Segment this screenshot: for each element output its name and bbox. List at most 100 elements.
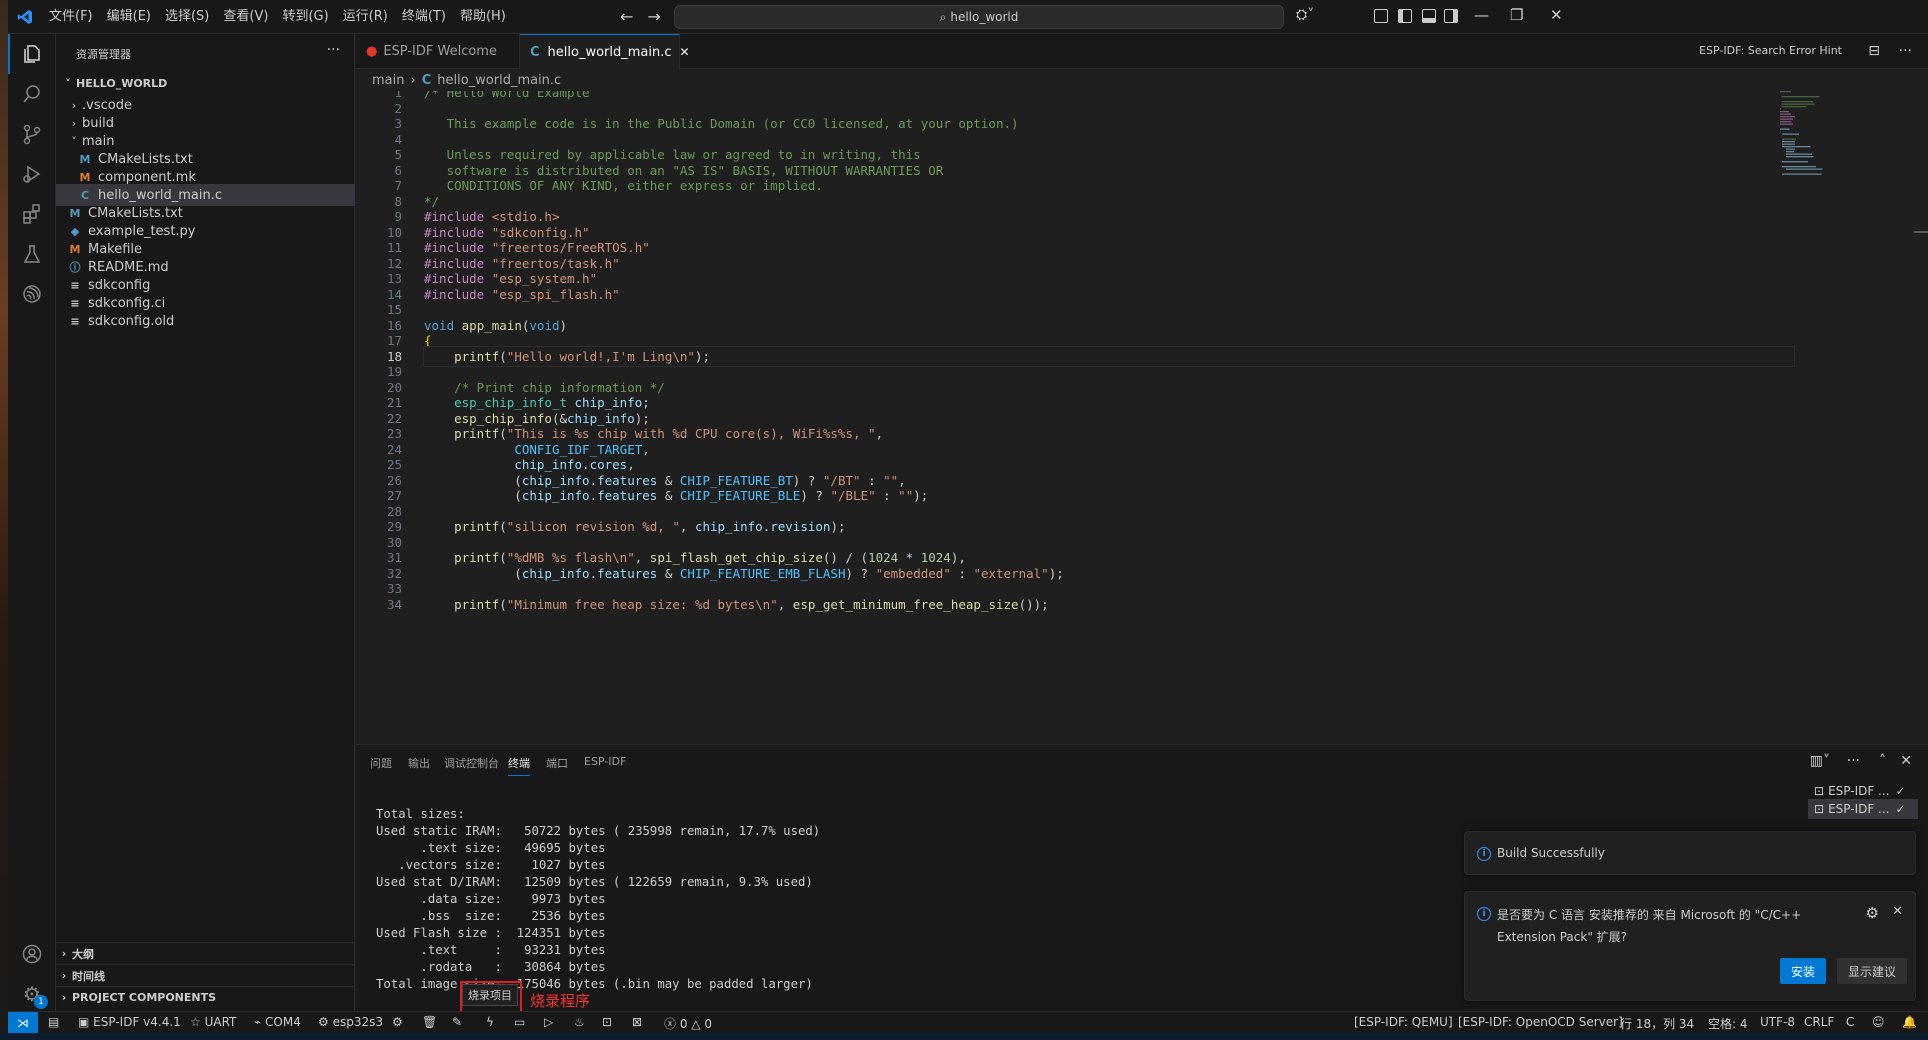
uart-button[interactable]: ☆ UART	[190, 1015, 236, 1029]
code-line: CONDITIONS OF ANY KIND, either express o…	[424, 178, 823, 193]
panel-tab[interactable]: 调试控制台	[444, 755, 499, 771]
forward-arrow-icon[interactable]: →	[647, 7, 660, 26]
more-actions-icon[interactable]: ···	[327, 42, 340, 58]
menu-item[interactable]: 选择(S)	[158, 0, 216, 34]
outline-section[interactable]: › 大纲	[56, 942, 355, 964]
menu-item[interactable]: 转到(G)	[275, 0, 335, 34]
code-editor[interactable]: 1 2 3 4 5 6 7 8 9 10 11 12 13 14 15 16 17 18 19 20 21 22 23 24 2…	[356, 91, 1928, 744]
panel-tab[interactable]: 输出	[408, 755, 430, 771]
encoding[interactable]: UTF-8	[1760, 1015, 1795, 1029]
info-file-icon: ⓘ	[69, 261, 81, 274]
accounts-icon[interactable]	[8, 934, 56, 974]
restore-icon[interactable]: ❐	[1510, 6, 1523, 24]
panel-tab[interactable]: 终端	[508, 755, 530, 776]
esp-idf-explorer-icon[interactable]: ▤	[48, 1015, 59, 1029]
panel-tab[interactable]: 问题	[370, 755, 392, 771]
panel-tab[interactable]: 端口	[546, 755, 568, 771]
port-button[interactable]: ⌁ COM4	[254, 1015, 301, 1029]
tree-item-label: component.mk	[98, 169, 196, 185]
maximize-panel-icon[interactable]: ˄	[1879, 753, 1886, 769]
copilot-status-icon[interactable]: ☺	[1872, 1015, 1885, 1029]
customize-layout-icon[interactable]	[1374, 9, 1388, 23]
run-debug-icon[interactable]	[8, 154, 56, 194]
debug-icon[interactable]: ▷	[544, 1015, 553, 1029]
panel-tab[interactable]: ESP-IDF	[584, 755, 626, 768]
show-recommendations-button[interactable]: 显示建议	[1837, 958, 1907, 984]
minimap-line	[1786, 151, 1794, 153]
menu-item[interactable]: 终端(T)	[395, 0, 453, 34]
tree-file[interactable]: ≡ sdkconfig.old	[56, 310, 355, 332]
minimize-icon[interactable]: —	[1474, 6, 1489, 24]
terminal-instance-2[interactable]: ⊡ ESP-IDF ... ✓	[1808, 799, 1918, 819]
indentation[interactable]: 空格: 4	[1708, 1015, 1748, 1032]
toggle-panel-icon[interactable]	[1422, 9, 1436, 23]
qemu-button[interactable]: [ESP-IDF: QEMU]	[1354, 1015, 1453, 1029]
notifications-bell-icon[interactable]: 🔔	[1902, 1015, 1917, 1029]
menu-item[interactable]: 文件(F)	[42, 0, 100, 34]
terminal-line: .text size: 49695 bytes	[376, 841, 606, 855]
terminal-icon[interactable]: ⊡	[602, 1015, 612, 1029]
remote-icon[interactable]: ⋊	[8, 1012, 38, 1034]
full-clean-icon[interactable]: 🗑	[422, 1015, 437, 1029]
flash-icon[interactable]: ϟ	[486, 1015, 494, 1029]
esp-idf-icon[interactable]	[8, 274, 56, 314]
minimap[interactable]	[1780, 91, 1842, 181]
close-panel-icon[interactable]: ✕	[1900, 753, 1912, 769]
target-button[interactable]: ⚙ esp32s3	[318, 1015, 383, 1029]
terminal-output[interactable]: Total sizes: Used static IRAM: 50722 byte…	[376, 806, 820, 993]
toggle-primary-sidebar-icon[interactable]	[1398, 9, 1412, 23]
install-button[interactable]: 安装	[1780, 958, 1826, 984]
custom-task-icon[interactable]: ⊠	[632, 1015, 642, 1029]
close-tab-icon[interactable]: ✕	[680, 45, 690, 59]
tab-esp-idf-welcome[interactable]: ● ESP-IDF Welcome	[356, 34, 520, 69]
breadcrumb-folder[interactable]: main	[372, 73, 404, 88]
scrollbar-marker[interactable]	[1914, 231, 1928, 233]
command-center-search[interactable]: ⌕ hello_world	[674, 5, 1284, 29]
search-error-hint-button[interactable]: ESP-IDF: Search Error Hint	[1699, 44, 1842, 57]
close-notification-icon[interactable]: ✕	[1892, 904, 1903, 919]
sidebar-title: 资源管理器	[76, 48, 131, 61]
source-control-icon[interactable]	[8, 114, 56, 154]
breadcrumb-file[interactable]: hello_world_main.c	[437, 73, 561, 88]
terminal-layout-icon[interactable]: ▥˅	[1810, 753, 1830, 769]
split-editor-icon[interactable]: ⊟	[1868, 43, 1880, 59]
minimap-line	[1782, 161, 1808, 163]
tab-hello-world-main[interactable]: C hello_world_main.c ✕	[520, 34, 690, 69]
back-arrow-icon[interactable]: ←	[620, 7, 633, 26]
language-mode[interactable]: C	[1846, 1015, 1854, 1029]
settings-gear-icon[interactable]: ⚙	[1866, 904, 1879, 922]
esp-idf-version[interactable]: ▣ ESP-IDF v4.4.1	[78, 1015, 181, 1029]
toggle-secondary-sidebar-icon[interactable]	[1444, 9, 1458, 23]
openocd-button[interactable]: [ESP-IDF: OpenOCD Server]	[1458, 1015, 1623, 1029]
terminal-instance-1[interactable]: ⊡ ESP-IDF ... ✓	[1808, 781, 1918, 801]
extensions-icon[interactable]	[8, 194, 56, 234]
more-actions-icon[interactable]: ···	[1899, 43, 1912, 59]
cursor-position[interactable]: 行 18，列 34	[1620, 1015, 1694, 1032]
sdk-config-icon[interactable]: ⚙	[392, 1015, 403, 1029]
copilot-icon[interactable]: ⛭˅	[1296, 7, 1314, 23]
minimap-line	[1780, 121, 1792, 123]
close-window-icon[interactable]: ✕	[1550, 6, 1563, 24]
terminal-line: Total sizes:	[376, 807, 465, 821]
menu-item[interactable]: 编辑(E)	[100, 0, 158, 34]
monitor-icon[interactable]: ▭	[514, 1015, 525, 1029]
menu-item[interactable]: 查看(V)	[216, 0, 275, 34]
timeline-section[interactable]: › 时间线	[56, 964, 355, 986]
manage-gear-icon[interactable]: ⚙ 1	[8, 974, 56, 1014]
project-components-section[interactable]: › PROJECT COMPONENTS	[56, 986, 355, 1008]
explorer-icon[interactable]	[8, 34, 56, 74]
tree-root-folder[interactable]: ˅ HELLO_WORLD	[56, 72, 355, 94]
menu-item[interactable]: 帮助(H)	[453, 0, 513, 34]
tree-item-label: CMakeLists.txt	[88, 205, 183, 221]
code-line: /* Hello World Example	[424, 91, 590, 100]
build-icon[interactable]: ✎	[452, 1015, 462, 1029]
line-endings[interactable]: CRLF	[1804, 1015, 1834, 1029]
testing-icon[interactable]	[8, 234, 56, 274]
target-text: esp32s3	[332, 1015, 383, 1029]
build-flash-monitor-icon[interactable]: ♨	[574, 1015, 585, 1029]
search-view-icon[interactable]	[8, 74, 56, 114]
problems-button[interactable]: ⓧ 0 △ 0	[664, 1015, 712, 1032]
menu-item[interactable]: 运行(R)	[336, 0, 395, 34]
more-actions-icon[interactable]: ···	[1847, 753, 1860, 769]
root-folder-label: HELLO_WORLD	[76, 76, 168, 90]
